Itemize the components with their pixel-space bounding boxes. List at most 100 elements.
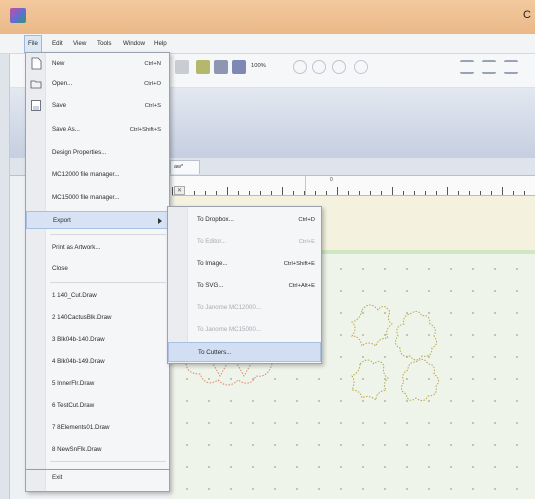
recent-file-1-label: 1 140_Cut.Draw: [52, 292, 97, 299]
file-menu-export[interactable]: Export: [26, 211, 169, 229]
recent-file-7[interactable]: 7 8Elements01.Draw: [26, 419, 169, 437]
ruler-tick: [458, 191, 459, 195]
tool-ellipse-icon[interactable]: [293, 60, 307, 74]
tool-frame-icon[interactable]: [232, 60, 246, 74]
export-to-editor-label: To Editor...: [197, 238, 227, 245]
menu-edit[interactable]: Edit: [49, 37, 66, 51]
export-to-editor[interactable]: To Editor... Ctrl+E: [168, 232, 321, 252]
file-menu-close-label: Close: [52, 265, 68, 272]
file-menu-save[interactable]: Save Ctrl+S: [26, 97, 169, 115]
ruler-tick: [447, 187, 448, 195]
tool-circle-icon[interactable]: [312, 60, 326, 74]
recent-file-3[interactable]: 3 Blk04b-140.Draw: [26, 331, 169, 349]
file-menu-mc15000-label: MC15000 file manager...: [52, 194, 120, 201]
zoom-level[interactable]: 100%: [251, 63, 266, 69]
ruler-tick: [403, 191, 404, 195]
ruler-tick: [172, 187, 173, 195]
ruler-tick: [513, 191, 514, 195]
tool-node-icon[interactable]: [332, 60, 346, 74]
recent-file-5-label: 5 InnerFlr.Draw: [52, 380, 95, 387]
snowflake-shape-left: [351, 304, 393, 348]
ruler-tick: [282, 187, 283, 195]
export-to-janome-mc12000[interactable]: To Janome MC12000...: [168, 298, 321, 318]
file-menu-exit[interactable]: Exit: [25, 470, 170, 492]
tool-layers-icon[interactable]: [214, 60, 228, 74]
horizontal-ruler: 0: [172, 176, 535, 196]
ruler-tick: [469, 191, 470, 195]
export-to-mc15000-label: To Janome MC15000...: [197, 326, 261, 333]
recent-file-3-label: 3 Blk04b-140.Draw: [52, 336, 105, 343]
export-to-image-shortcut: Ctrl+Shift+E: [283, 261, 315, 267]
save-disk-icon: [31, 100, 41, 111]
recent-file-6[interactable]: 6 TestCut.Draw: [26, 397, 169, 415]
file-menu-mc12000-manager[interactable]: MC12000 file manager...: [26, 166, 169, 184]
ruler-tick: [436, 191, 437, 195]
ruler-tick: [370, 191, 371, 195]
export-to-svg-label: To SVG...: [197, 282, 224, 289]
title-bar[interactable]: C: [0, 0, 535, 34]
menu-help[interactable]: Help: [151, 37, 170, 51]
menu-window[interactable]: Window: [120, 37, 148, 51]
file-menu-print-label: Print as Artwork...: [52, 244, 101, 251]
export-to-mc12000-label: To Janome MC12000...: [197, 304, 261, 311]
ruler-tick: [249, 191, 250, 195]
export-to-svg[interactable]: To SVG... Ctrl+Alt+E: [168, 276, 321, 296]
panel-close-icon[interactable]: ✕: [174, 186, 186, 195]
ruler-tick: [425, 191, 426, 195]
ruler-tick: [227, 187, 228, 195]
ruler-tick: [392, 187, 393, 195]
file-menu: New Ctrl+N Open... Ctrl+O Save Ctrl+S Sa…: [25, 52, 170, 470]
menu-separator: [50, 461, 166, 462]
ruler-tick: [337, 187, 338, 195]
export-to-janome-mc15000[interactable]: To Janome MC15000...: [168, 320, 321, 340]
recent-file-4[interactable]: 4 Blk04b-149.Draw: [26, 353, 169, 371]
recent-file-8[interactable]: 8 NewSnFlk.Draw: [26, 441, 169, 459]
ruler-position-marker: [305, 176, 306, 196]
file-menu-close[interactable]: Close: [26, 260, 169, 278]
file-menu-exit-label: Exit: [52, 474, 63, 481]
file-menu-design-properties[interactable]: Design Properties...: [26, 144, 169, 162]
file-menu-save-as-label: Save As...: [52, 126, 80, 133]
tool-fill-icon[interactable]: [196, 60, 210, 74]
export-to-dropbox[interactable]: To Dropbox... Ctrl+D: [168, 210, 321, 230]
align-right-icon[interactable]: [504, 60, 518, 74]
menu-separator: [50, 282, 166, 283]
export-to-dropbox-label: To Dropbox...: [197, 216, 234, 223]
file-menu-export-label: Export: [53, 217, 71, 224]
menu-view[interactable]: View: [70, 37, 89, 51]
recent-file-6-label: 6 TestCut.Draw: [52, 402, 95, 409]
ruler-label-zero: 0: [330, 177, 333, 183]
file-menu-print-artwork[interactable]: Print as Artwork...: [26, 239, 169, 257]
left-tool-strip: [0, 54, 10, 499]
file-menu-open[interactable]: Open... Ctrl+O: [26, 75, 169, 93]
menu-file[interactable]: File: [24, 35, 42, 53]
file-menu-icon-gutter: [26, 470, 46, 491]
recent-file-2[interactable]: 2 140CactusBlk.Draw: [26, 309, 169, 327]
ruler-tick: [194, 191, 195, 195]
align-left-icon[interactable]: [460, 60, 474, 74]
ruler-tick: [293, 191, 294, 195]
recent-file-1[interactable]: 1 140_Cut.Draw: [26, 287, 169, 305]
export-to-editor-shortcut: Ctrl+E: [298, 239, 315, 245]
document-tab[interactable]: aw*: [170, 160, 200, 174]
file-menu-save-label: Save: [52, 102, 67, 109]
tool-rotate-icon[interactable]: [354, 60, 368, 74]
file-menu-mc12000-label: MC12000 file manager...: [52, 171, 120, 178]
file-menu-new[interactable]: New Ctrl+N: [26, 55, 169, 73]
recent-file-2-label: 2 140CactusBlk.Draw: [52, 314, 112, 321]
open-folder-icon: [30, 80, 42, 89]
align-center-icon[interactable]: [482, 60, 496, 74]
menu-bar: File Edit View Tools Window Help: [0, 34, 535, 54]
app-logo-icon: [10, 8, 26, 23]
recent-file-5[interactable]: 5 InnerFlr.Draw: [26, 375, 169, 393]
file-menu-save-shortcut: Ctrl+S: [144, 103, 161, 109]
menu-tools[interactable]: Tools: [94, 37, 114, 51]
file-menu-save-as[interactable]: Save As... Ctrl+Shift+S: [26, 121, 169, 139]
tool-arrow-icon[interactable]: [175, 60, 189, 74]
export-to-cutters[interactable]: To Cutters...: [168, 342, 321, 362]
file-menu-mc15000-manager[interactable]: MC15000 file manager...: [26, 189, 169, 207]
export-to-cutters-label: To Cutters...: [198, 349, 232, 356]
export-to-image[interactable]: To Image... Ctrl+Shift+E: [168, 254, 321, 274]
new-document-icon: [31, 57, 42, 70]
window-title: C: [523, 9, 531, 21]
